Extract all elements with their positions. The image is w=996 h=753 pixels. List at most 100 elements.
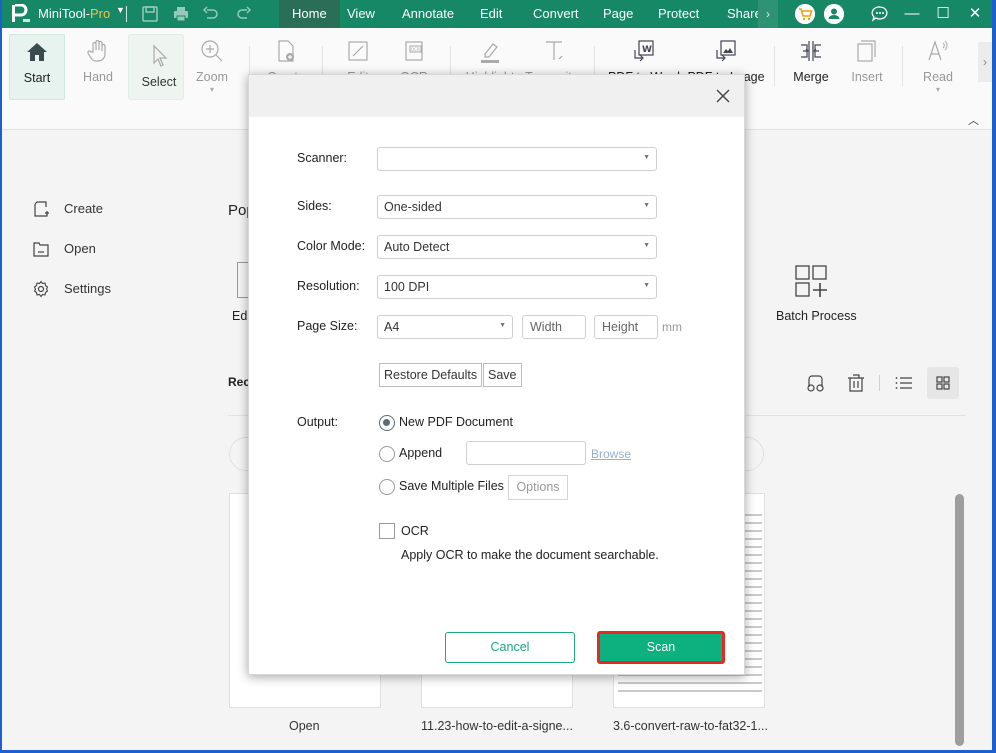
edit-icon bbox=[348, 41, 368, 61]
cancel-button[interactable]: Cancel bbox=[445, 632, 575, 663]
page-height-input[interactable]: Height bbox=[594, 315, 658, 339]
read-icon bbox=[928, 40, 948, 61]
batch-process-tool[interactable] bbox=[778, 264, 858, 300]
merge-icon bbox=[801, 41, 821, 61]
close-window-button[interactable]: ✕ bbox=[959, 0, 991, 28]
hand-icon bbox=[87, 39, 106, 62]
chevron-down-icon: ▼ bbox=[643, 282, 650, 289]
color-mode-select[interactable]: Auto Detect ▼ bbox=[377, 235, 657, 259]
chevron-down-icon: ▼ bbox=[643, 154, 650, 161]
cart-icon bbox=[795, 4, 815, 24]
undo-icon[interactable] bbox=[202, 5, 220, 23]
scan-button[interactable]: Scan bbox=[597, 631, 725, 664]
typewriter-icon bbox=[546, 41, 563, 60]
app-name: MiniTool-Pro bbox=[38, 6, 111, 21]
cursor-icon bbox=[153, 44, 168, 67]
app-logo-icon bbox=[12, 4, 30, 22]
radio-append[interactable] bbox=[379, 446, 395, 462]
options-button[interactable]: Options bbox=[508, 475, 568, 500]
redo-icon[interactable] bbox=[234, 5, 252, 23]
create-icon bbox=[278, 40, 294, 62]
file-name: Open bbox=[289, 719, 320, 733]
save-multiple-label: Save Multiple Files bbox=[399, 479, 504, 493]
batch-process-label: Batch Process bbox=[776, 309, 857, 323]
recent-files-title: Rec bbox=[228, 375, 251, 389]
home-icon bbox=[27, 43, 47, 61]
pdf-to-image-icon bbox=[716, 40, 736, 62]
resolution-label: Resolution: bbox=[297, 279, 360, 293]
scan-dialog: Scanner: ▼ Sides: One-sided ▼ Color Mode:… bbox=[248, 74, 745, 675]
ocr-icon: OCR bbox=[405, 41, 423, 61]
menu-scroll-right[interactable]: › bbox=[758, 0, 778, 28]
tool-zoom[interactable]: Zoom ▾ bbox=[189, 34, 235, 100]
tool-start[interactable]: Start bbox=[9, 34, 65, 100]
tool-hand[interactable]: Hand bbox=[74, 34, 122, 100]
user-icon bbox=[824, 4, 844, 24]
radio-new-pdf[interactable] bbox=[379, 415, 395, 431]
ribbon-scroll-right[interactable]: › bbox=[978, 42, 992, 82]
toolbar-separator bbox=[879, 375, 880, 391]
tool-merge[interactable]: Merge bbox=[788, 34, 834, 100]
list-view-icon[interactable] bbox=[892, 372, 916, 394]
file-name: 3.6-convert-raw-to-fat32-1... bbox=[613, 719, 768, 733]
close-icon[interactable] bbox=[715, 88, 731, 104]
tool-insert[interactable]: Insert bbox=[846, 34, 888, 100]
new-pdf-label: New PDF Document bbox=[399, 415, 513, 429]
unit-label: mm bbox=[662, 320, 682, 334]
radio-save-multiple[interactable] bbox=[379, 479, 395, 495]
maximize-button[interactable]: ☐ bbox=[927, 0, 959, 28]
append-path-input[interactable] bbox=[466, 441, 586, 465]
menu-annotate[interactable]: Annotate bbox=[389, 0, 467, 28]
scanner-select[interactable]: ▼ bbox=[377, 147, 657, 171]
menu-edit[interactable]: Edit bbox=[467, 0, 515, 28]
chevron-down-icon: ▼ bbox=[643, 242, 650, 249]
collapse-ribbon-button[interactable]: ︿ bbox=[968, 112, 979, 128]
menu-view[interactable]: View bbox=[334, 0, 388, 28]
zoom-icon bbox=[201, 40, 223, 62]
scanner-label: Scanner: bbox=[297, 151, 348, 165]
sides-select[interactable]: One-sided ▼ bbox=[377, 195, 657, 219]
page-width-input[interactable]: Width bbox=[522, 315, 586, 339]
ocr-label: OCR bbox=[401, 524, 429, 538]
title-bar: MiniTool-Pro ▼ Home View Annotate Edit C… bbox=[2, 0, 992, 28]
resolution-select[interactable]: 100 DPI ▼ bbox=[377, 275, 657, 299]
tool-read[interactable]: Read ▾ bbox=[918, 34, 958, 100]
file-name: 11.23-how-to-edit-a-signe... bbox=[421, 719, 573, 733]
highlight-icon bbox=[481, 43, 499, 63]
menu-page[interactable]: Page bbox=[590, 0, 646, 28]
batch-process-icon bbox=[795, 265, 827, 297]
svg-text:W: W bbox=[642, 45, 652, 55]
minimize-button[interactable]: — bbox=[896, 0, 928, 28]
svg-text:OCR: OCR bbox=[411, 47, 420, 52]
grid-view-icon bbox=[936, 376, 950, 390]
tool-select[interactable]: Select bbox=[128, 34, 184, 100]
save-settings-button[interactable]: Save bbox=[483, 363, 522, 387]
page-size-label: Page Size: bbox=[297, 319, 358, 333]
menu-convert[interactable]: Convert bbox=[520, 0, 592, 28]
menu-home[interactable]: Home bbox=[279, 0, 340, 28]
glasses-icon[interactable] bbox=[804, 372, 828, 394]
output-label: Output: bbox=[297, 415, 338, 429]
vertical-scrollbar[interactable] bbox=[955, 494, 964, 746]
ocr-hint: Apply OCR to make the document searchabl… bbox=[401, 548, 659, 562]
chevron-down-icon: ▼ bbox=[499, 322, 506, 329]
page-size-select[interactable]: A4 ▼ bbox=[377, 315, 513, 339]
app-menu-dropdown[interactable]: ▼ bbox=[116, 5, 125, 15]
chat-icon bbox=[871, 6, 888, 22]
feedback-button[interactable] bbox=[864, 0, 896, 28]
trash-icon[interactable] bbox=[844, 372, 868, 394]
browse-link[interactable]: Browse bbox=[591, 447, 631, 461]
menu-protect[interactable]: Protect bbox=[645, 0, 712, 28]
ribbon-separator bbox=[902, 46, 903, 86]
ocr-checkbox[interactable] bbox=[379, 523, 395, 539]
cart-button[interactable] bbox=[795, 4, 815, 24]
account-button[interactable] bbox=[824, 4, 844, 24]
sides-label: Sides: bbox=[297, 199, 332, 213]
restore-defaults-button[interactable]: Restore Defaults bbox=[379, 363, 483, 387]
folder-icon bbox=[33, 242, 49, 257]
save-icon[interactable] bbox=[141, 5, 159, 23]
title-separator bbox=[126, 6, 127, 22]
grid-view-button[interactable] bbox=[927, 367, 959, 399]
insert-icon bbox=[857, 40, 876, 62]
print-icon[interactable] bbox=[172, 5, 190, 23]
